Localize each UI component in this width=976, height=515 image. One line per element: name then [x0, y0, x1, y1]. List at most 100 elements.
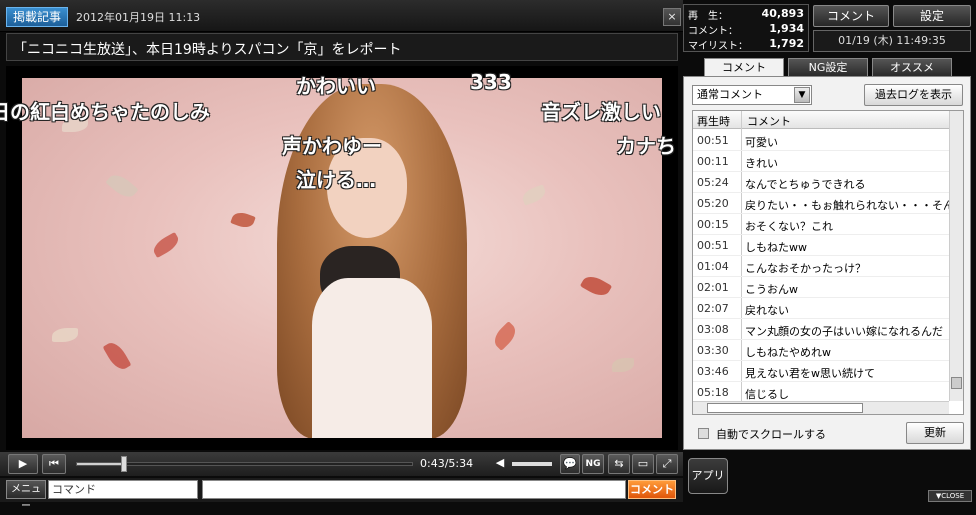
scrolling-comment: 音ズレ激しい	[541, 100, 661, 124]
table-row[interactable]: 00:11 きれい	[693, 151, 949, 172]
table-row[interactable]: 00:15 おそくない？これ	[693, 214, 949, 235]
table-row[interactable]: 01:04 こんなおそかったっけ？	[693, 256, 949, 277]
row-comment: なんでとちゅうできれる	[745, 178, 866, 191]
title-bar[interactable]: 「ニコニコ生放送」、本日19時よりスパコン「京」をレポート	[6, 33, 678, 61]
row-comment: 戻れない	[745, 304, 789, 317]
stats-panel: 再 生： 40,893 コメント： 1,934 マイリスト： 1,792	[683, 4, 809, 52]
row-time: 01:04	[697, 260, 729, 273]
row-comment: 信じるし	[745, 388, 789, 401]
row-time: 03:46	[697, 365, 729, 378]
scroll-thumb[interactable]	[707, 403, 863, 413]
seek-bar[interactable]	[76, 456, 413, 472]
tab-recommend[interactable]: オススメ	[872, 58, 952, 76]
row-comment: しもねたやめれw	[745, 346, 831, 359]
row-time: 03:30	[697, 344, 729, 357]
scrolling-comment: 声かわゆー	[282, 134, 382, 158]
table-row[interactable]: 05:24 なんでとちゅうできれる	[693, 172, 949, 193]
settings-button[interactable]: 設定	[893, 5, 971, 27]
ng-button[interactable]: NG	[582, 454, 604, 474]
table-row[interactable]: 00:51 可愛い	[693, 130, 949, 151]
row-time: 05:20	[697, 197, 729, 210]
row-comment: マン丸顔の女の子はいい嫁になれるんだ	[745, 325, 943, 338]
comment-button[interactable]: コメント	[813, 5, 889, 27]
comment-panel: 通常コメント ▼ 過去ログを表示 再生時 コメント 00:51 可愛い 00:11 き…	[683, 76, 971, 450]
row-comment: しもねたww	[745, 241, 807, 254]
fullscreen-icon[interactable]: ⤢	[656, 454, 678, 474]
close-button[interactable]: ▼CLOSE	[928, 490, 972, 502]
close-icon[interactable]: ×	[663, 8, 681, 26]
row-time: 05:18	[697, 386, 729, 399]
row-comment: こんなおそかったっけ？	[745, 262, 866, 275]
command-row: メニュー コマンド コメント	[0, 478, 683, 512]
table-row[interactable]: 02:01 こうおんw	[693, 277, 949, 298]
loop-icon[interactable]: ⇆	[608, 454, 630, 474]
scrolling-comment: カナち	[616, 134, 676, 158]
chevron-down-icon[interactable]: ▼	[794, 87, 810, 103]
scrolling-comment: 333	[470, 70, 512, 94]
table-row[interactable]: 05:20 戻りたい・・もぉ触れられない・・・そんなの	[693, 193, 949, 214]
person-body	[312, 278, 432, 438]
row-time: 03:08	[697, 323, 729, 336]
table-row[interactable]: 02:07 戻れない	[693, 298, 949, 319]
comment-count-label: コメント：	[688, 26, 738, 37]
time-display: 0:43/5:34	[420, 457, 474, 470]
row-comment: おそくない？これ	[745, 220, 833, 233]
row-time: 02:07	[697, 302, 729, 315]
petal-decoration	[150, 231, 182, 259]
seek-handle[interactable]	[120, 456, 127, 472]
column-header-time[interactable]: 再生時	[697, 113, 730, 129]
tab-ng-settings[interactable]: NG設定	[788, 58, 868, 76]
scrolling-comment: 日の紅白めちゃたのしみ	[0, 100, 210, 124]
comment-type-select[interactable]: 通常コメント ▼	[692, 85, 812, 105]
petal-decoration	[52, 328, 78, 342]
submit-comment-button[interactable]: コメント	[628, 480, 676, 499]
row-comment: 見えない君をw思い続けて	[745, 367, 875, 380]
mylist-count-label: マイリスト：	[688, 41, 748, 52]
play-count-label: 再 生：	[688, 11, 728, 22]
table-row[interactable]: 03:30 しもねたやめれw	[693, 340, 949, 361]
table-row[interactable]: 00:51 しもねたww	[693, 235, 949, 256]
app-button[interactable]: アプリ	[688, 458, 728, 494]
header-bar: 掲載記事 2012年01月19日 11:13 ×	[0, 0, 683, 32]
volume-icon[interactable]: ◀	[490, 454, 510, 474]
horizontal-scrollbar[interactable]	[693, 401, 949, 414]
refresh-button[interactable]: 更新	[906, 422, 964, 444]
petal-decoration	[579, 272, 613, 300]
volume-slider[interactable]	[512, 462, 552, 466]
row-time: 00:51	[697, 134, 729, 147]
petal-decoration	[612, 358, 634, 372]
row-comment: 戻りたい・・もぉ触れられない・・・そんなの	[745, 199, 949, 212]
play-button[interactable]: ▶	[8, 454, 38, 474]
row-time: 00:15	[697, 218, 729, 231]
article-title[interactable]: 「ニコニコ生放送」、本日19時よりスパコン「京」をレポート	[13, 39, 402, 59]
menu-button[interactable]: メニュー	[6, 480, 46, 512]
comment-count-value: 1,934	[769, 22, 804, 35]
tv-icon[interactable]: ▭	[632, 454, 654, 474]
past-log-button[interactable]: 過去ログを表示	[864, 84, 963, 106]
tab-comment[interactable]: コメント	[704, 58, 784, 76]
video-player[interactable]: かわいい 333 日の紅白めちゃたのしみ 音ズレ激しい 声かわゆー カナち 泣ける…	[0, 66, 678, 450]
row-time: 00:11	[697, 155, 729, 168]
petal-decoration	[490, 321, 520, 351]
command-input[interactable]: コマンド	[48, 480, 198, 499]
scroll-thumb[interactable]	[951, 377, 962, 389]
column-header-comment[interactable]: コメント	[747, 113, 791, 129]
vertical-scrollbar[interactable]	[949, 111, 963, 401]
comment-table: 再生時 コメント 00:51 可愛い 00:11 きれい 05:24 なんでとちゅうできれ…	[692, 110, 964, 415]
row-time: 02:01	[697, 281, 729, 294]
article-tag[interactable]: 掲載記事	[6, 7, 68, 27]
scrolling-comment: かわいい	[296, 74, 376, 98]
rewind-button[interactable]: ⏮	[42, 454, 66, 474]
table-row[interactable]: 03:08 マン丸顔の女の子はいい嫁になれるんだ	[693, 319, 949, 340]
clock-display: 01/19 (木) 11:49:35	[813, 30, 971, 52]
player-controls: ▶ ⏮ 0:43/5:34 ◀ 💬 NG ⇆ ▭ ⤢	[0, 452, 683, 476]
comment-input[interactable]	[202, 480, 626, 499]
table-row[interactable]: 05:18 信じるし	[693, 382, 949, 403]
comment-toggle-icon[interactable]: 💬	[560, 454, 580, 474]
auto-scroll-checkbox[interactable]	[698, 428, 709, 439]
petal-decoration	[520, 184, 548, 206]
petal-decoration	[102, 339, 132, 373]
auto-scroll-label: 自動でスクロールする	[716, 428, 826, 441]
table-row[interactable]: 03:46 見えない君をw思い続けて	[693, 361, 949, 382]
seek-progress	[77, 463, 121, 465]
